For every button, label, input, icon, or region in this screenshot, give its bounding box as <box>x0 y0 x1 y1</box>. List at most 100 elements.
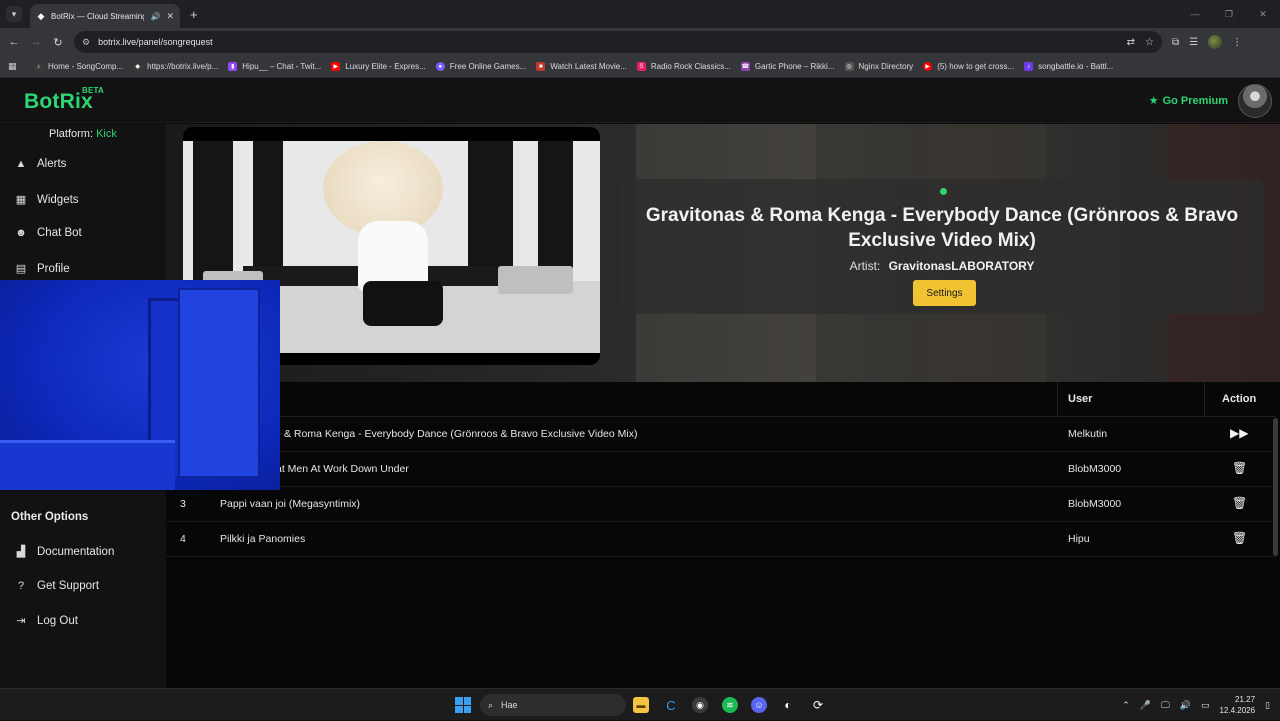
bookmark-favicon-icon: ♪ <box>1024 62 1034 71</box>
table-row[interactable]: & Roma Kenga - Everybody Dance (Grönroos… <box>166 417 1276 452</box>
bookmark-item[interactable]: ♪ songbattle.io - Battl... <box>1024 62 1113 71</box>
sidebar-item-profile[interactable]: ▤ Profile <box>14 262 70 276</box>
apps-grid-icon[interactable]: ▦ <box>8 61 20 72</box>
file-explorer-icon[interactable]: ▬ <box>633 697 649 713</box>
discord-icon[interactable]: ☺ <box>751 697 767 713</box>
close-tab-icon[interactable]: ✕ <box>166 11 174 22</box>
bookmark-item[interactable]: ◎ Nginx Directory <box>844 62 913 71</box>
app-icon[interactable]: ⟳ <box>810 697 826 713</box>
question-icon: ? <box>17 580 25 592</box>
bookmark-favicon-icon: ▮ <box>228 62 238 71</box>
queue-scrollbar[interactable] <box>1273 418 1278 556</box>
microphone-icon[interactable]: 🎤 <box>1140 700 1151 711</box>
battery-icon[interactable]: ▭ <box>1201 700 1210 711</box>
extensions-icon[interactable]: ⧉ <box>1172 37 1179 48</box>
video-frame-detail <box>363 281 443 326</box>
bookmark-item[interactable]: ● Free Online Games... <box>435 62 526 71</box>
translate-icon[interactable]: ⇄ <box>1127 37 1135 48</box>
tab-search-icon[interactable]: ▾ <box>6 6 22 22</box>
clock-time: 21.27 <box>1235 695 1256 704</box>
artist-line: Artist: GravitonasLABORATORY <box>620 259 1264 273</box>
site-info-icon[interactable]: ⚙ <box>82 37 90 48</box>
new-tab-icon[interactable]: + <box>190 7 198 22</box>
bookmark-item[interactable]: ▮ Hipu__ – Chat - Twit... <box>228 62 321 71</box>
trash-icon[interactable]: 🗑 <box>1232 461 1247 475</box>
url-field[interactable]: ⚙ botrix.live/panel/songrequest ⇄ ☆ <box>74 31 1162 53</box>
now-playing-card: Gravitonas & Roma Kenga - Everybody Danc… <box>620 179 1264 314</box>
forward-icon[interactable]: → <box>28 34 44 50</box>
trash-icon[interactable]: 🗑 <box>1232 531 1247 545</box>
search-icon: ⌕ <box>488 699 494 710</box>
song-request-panel: Gravitonas & Roma Kenga - Everybody Danc… <box>166 124 1280 688</box>
bookmark-item[interactable]: ▶ Luxury Elite - Expres... <box>331 62 426 71</box>
bookmarks-bar: ▦ ♪ Home - SongComp... ◆ https://botrix.li… <box>0 56 1280 78</box>
sidebar-item-alerts[interactable]: ▲ Alerts <box>14 158 67 170</box>
speaker-icon[interactable]: 🔊 <box>150 12 160 21</box>
notifications-icon[interactable]: ▯ <box>1265 700 1270 711</box>
bookmark-item[interactable]: ♪ Home - SongComp... <box>34 62 123 71</box>
obs-icon[interactable]: ◐ <box>780 697 796 713</box>
column-divider <box>1057 382 1058 417</box>
video-frame-detail <box>498 266 573 294</box>
sidebar-item-label: Get Support <box>37 580 100 592</box>
spotify-icon[interactable]: ≋ <box>722 697 738 713</box>
windows-start-icon[interactable] <box>455 697 471 713</box>
bookmark-star-icon[interactable]: ☆ <box>1145 37 1154 48</box>
bookmark-item[interactable]: S Radio Rock Classics... <box>636 62 731 71</box>
address-bar-row: ← → ↻ ⚙ botrix.live/panel/songrequest ⇄ … <box>0 28 1280 56</box>
bookmark-item[interactable]: ◆ https://botrix.live/p... <box>133 62 218 71</box>
chrome-icon[interactable]: ◉ <box>692 697 708 713</box>
table-row[interactable]: 3 Pappi vaan joi (Megasyntimix) BlobM300… <box>166 487 1276 522</box>
close-window-icon[interactable]: ✕ <box>1246 0 1280 28</box>
document-icon: ▟ <box>16 546 26 558</box>
sidebar-item-widgets[interactable]: ▦ Widgets <box>14 193 79 207</box>
bookmark-favicon-icon: ▶ <box>923 62 933 71</box>
clock[interactable]: 21.27 12.4.2026 <box>1219 694 1255 716</box>
user-avatar[interactable] <box>1238 84 1272 118</box>
reading-list-icon[interactable]: ☰ <box>1189 37 1198 48</box>
other-options-heading: Other Options <box>11 511 89 523</box>
minimize-icon[interactable]: — <box>1178 0 1212 28</box>
row-song: at Men At Work Down Under <box>276 463 409 475</box>
bookmark-favicon-icon: ■ <box>536 62 546 71</box>
taskbar-search[interactable]: ⌕ Hae <box>480 694 626 716</box>
robot-icon: ☻ <box>15 227 27 239</box>
platform-label: Platform: <box>49 128 94 140</box>
skip-icon[interactable]: ▶▶ <box>1230 426 1248 440</box>
bookmark-item[interactable]: ■ Watch Latest Movie... <box>536 62 627 71</box>
row-song: & Roma Kenga - Everybody Dance (Grönroos… <box>284 428 638 440</box>
settings-button[interactable]: Settings <box>913 280 976 306</box>
restore-icon[interactable]: ❐ <box>1212 0 1246 28</box>
bookmark-item[interactable]: ☎ Gartic Phone – Rikki... <box>740 62 835 71</box>
chevron-up-icon[interactable]: ⌃ <box>1122 700 1130 711</box>
user-column-header[interactable]: User <box>1068 393 1092 405</box>
row-user: Hipu <box>1068 533 1090 545</box>
sidebar-item-documentation[interactable]: ▟ Documentation <box>14 545 115 559</box>
sidebar-item-get-support[interactable]: ? Get Support <box>14 580 99 592</box>
bookmark-item[interactable]: ▶ (5) how to get cross... <box>923 62 1014 71</box>
edge-icon[interactable]: C <box>663 697 679 713</box>
clock-date: 12.4.2026 <box>1219 706 1256 715</box>
volume-icon[interactable]: 🔊 <box>1180 700 1191 711</box>
network-icon[interactable]: 🖵 <box>1161 700 1170 711</box>
row-user: Melkutin <box>1068 428 1108 440</box>
bookmark-favicon-icon: ◆ <box>133 62 143 71</box>
back-icon[interactable]: ← <box>6 34 22 50</box>
browser-tab-bar: ▾ ◆ BotRix — Cloud Streaming B 🔊 ✕ + — ❐… <box>0 0 1280 28</box>
browser-tab[interactable]: ◆ BotRix — Cloud Streaming B 🔊 ✕ <box>30 4 180 28</box>
overlay-frame-detail <box>0 440 175 490</box>
sidebar-item-log-out[interactable]: ⇥ Log Out <box>14 614 78 628</box>
trash-icon[interactable]: 🗑 <box>1232 496 1247 510</box>
video-frame-detail <box>193 141 233 291</box>
go-premium-link[interactable]: ★ Go Premium <box>1149 94 1228 108</box>
table-row[interactable]: at Men At Work Down Under BlobM3000 🗑 <box>166 452 1276 487</box>
live-indicator <box>940 188 947 195</box>
reload-icon[interactable]: ↻ <box>50 34 66 50</box>
sidebar-item-chat-bot[interactable]: ☻ Chat Bot <box>14 227 82 239</box>
table-row[interactable]: 4 Pilkki ja Panomies Hipu 🗑 <box>166 522 1276 557</box>
brand-logo[interactable]: BotRix BETA <box>24 86 104 114</box>
grid-icon: ▦ <box>15 194 27 206</box>
browser-menu-icon[interactable]: ⋮ <box>1232 37 1242 48</box>
profile-avatar-icon[interactable] <box>1208 35 1223 49</box>
now-playing-title: Gravitonas & Roma Kenga - Everybody Danc… <box>645 205 1239 251</box>
